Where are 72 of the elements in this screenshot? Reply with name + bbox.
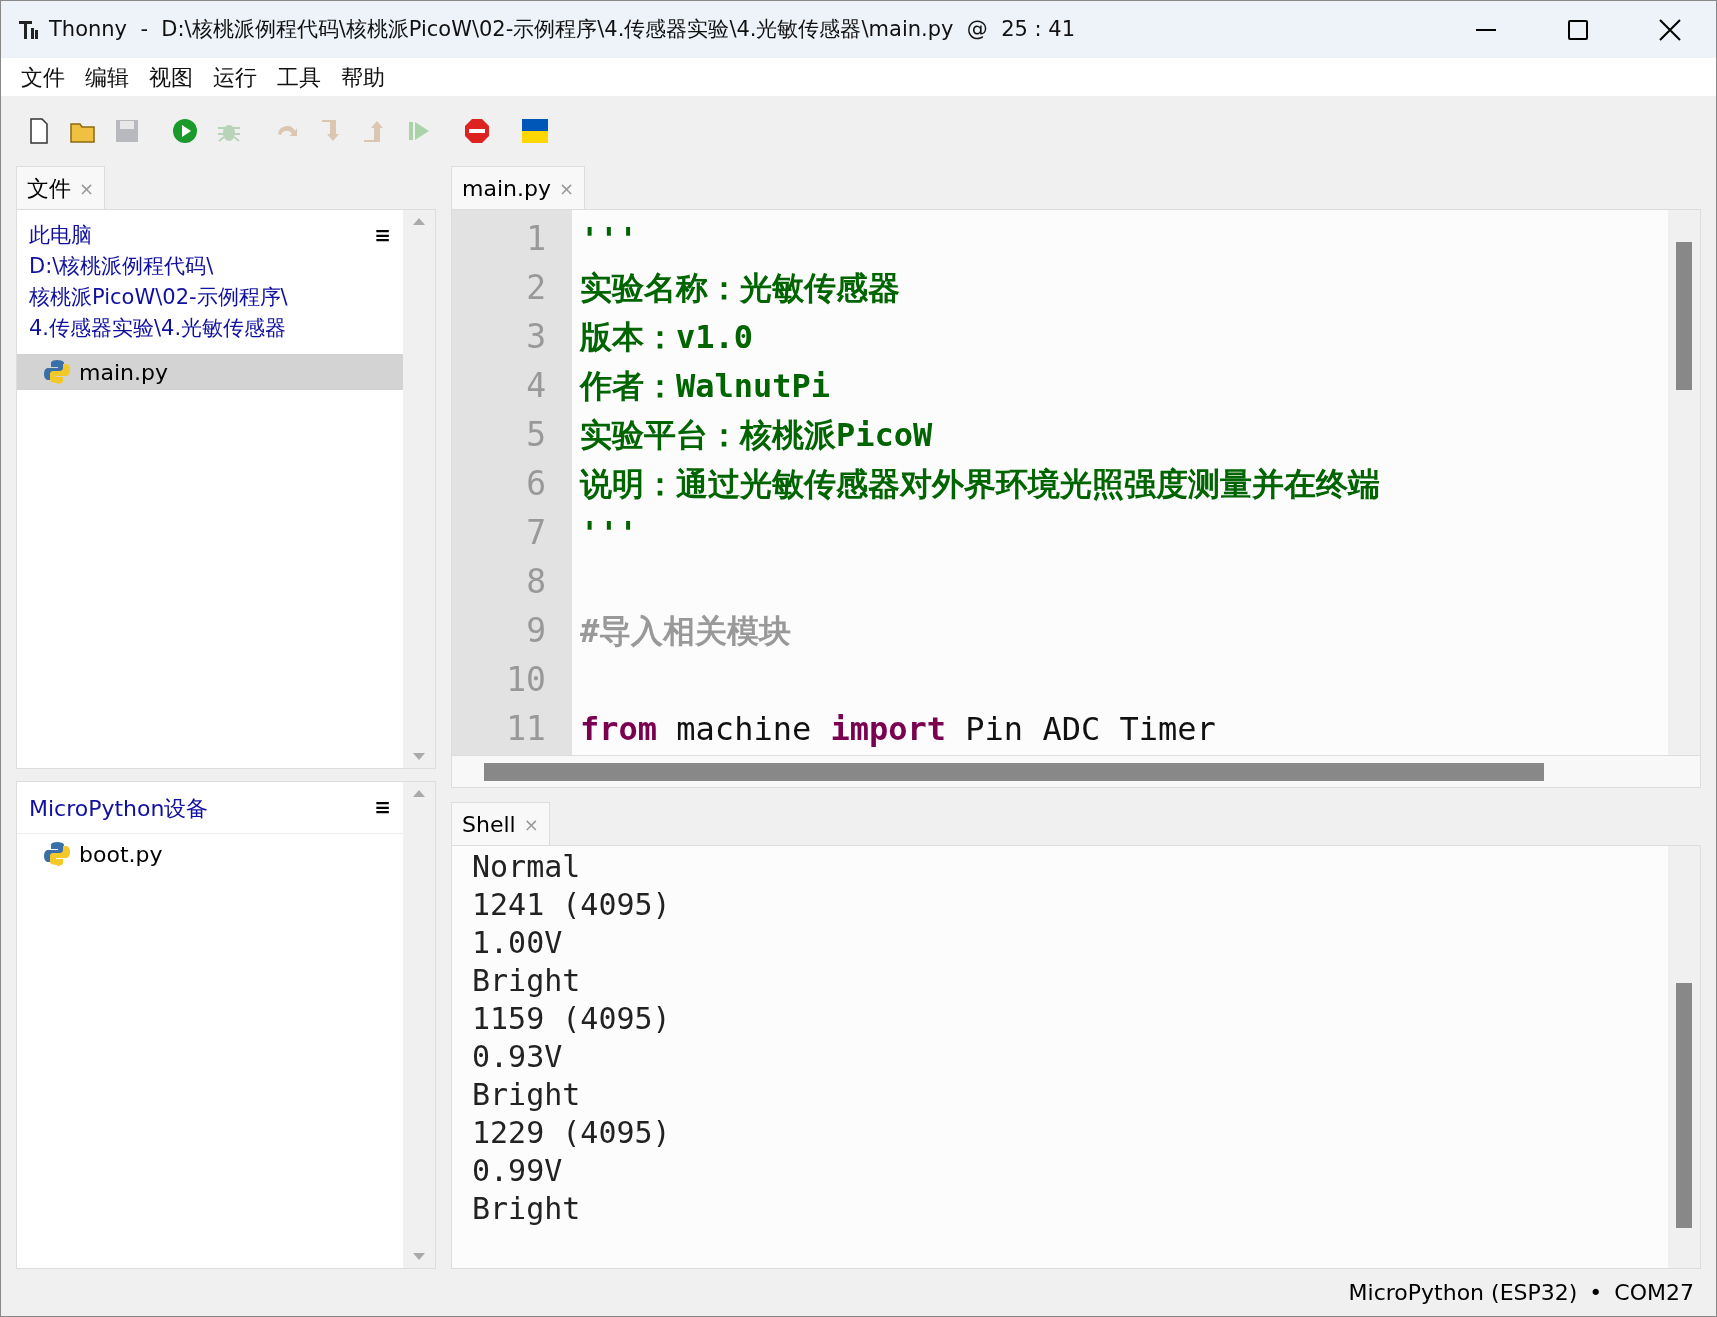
line-number: 5 <box>525 414 547 456</box>
path-link[interactable]: D:\核桃派例程代码\ <box>29 251 288 282</box>
scrollbar-thumb[interactable] <box>1676 242 1692 390</box>
code-token: from <box>580 708 658 750</box>
menu-item[interactable]: 视图 <box>141 60 201 94</box>
menu-item[interactable]: 工具 <box>269 60 329 94</box>
shell-output-line: Bright <box>472 1190 582 1228</box>
editor-tab[interactable]: main.py × <box>451 166 586 209</box>
tab-label: 文件 <box>27 174 71 203</box>
shell-tab[interactable]: Shell × <box>451 802 550 845</box>
menu-item[interactable]: 编辑 <box>77 60 137 94</box>
code-token: 实验平台：核桃派PicoW <box>580 414 933 456</box>
line-number: 9 <box>525 610 547 652</box>
shell-output-line: 0.93V <box>472 1038 564 1076</box>
panel-menu-button[interactable]: ≡ <box>374 792 391 825</box>
shell-output-line: Normal <box>472 848 582 886</box>
file-item[interactable]: boot.py <box>17 836 403 872</box>
files-tab[interactable]: 文件 × <box>16 166 106 209</box>
code-token: #导入相关模块 <box>580 610 792 652</box>
port-status[interactable]: COM27 <box>1614 1276 1694 1309</box>
scroll-up-icon[interactable] <box>413 790 425 797</box>
shell-output-line: Bright <box>472 1076 582 1114</box>
python-file-icon <box>43 358 71 386</box>
menu-item[interactable]: 帮助 <box>333 60 393 94</box>
scrollbar[interactable] <box>403 782 435 1268</box>
interpreter-status[interactable]: MicroPython (ESP32) <box>1348 1276 1578 1309</box>
path-link[interactable]: 4.传感器实验\4.光敏传感器 <box>29 313 288 344</box>
shell-output-line: 1.00V <box>472 924 564 962</box>
scroll-up-icon[interactable] <box>413 218 425 225</box>
code-token: machine <box>675 708 813 750</box>
path-link[interactable]: 核桃派PicoW\02-示例程序\ <box>29 282 288 313</box>
file-name: boot.py <box>79 840 163 869</box>
scroll-down-icon[interactable] <box>413 753 425 760</box>
code-token: 说明：通过光敏传感器对外界环境光照强度测量并在终端 <box>580 463 1380 505</box>
line-number: 8 <box>525 561 547 603</box>
tab-label: main.py <box>462 174 551 203</box>
shell-output-line: 1229 (4095) <box>472 1114 672 1152</box>
close-icon <box>1659 18 1681 41</box>
line-number: 4 <box>525 365 547 407</box>
shell-output-line: 1241 (4095) <box>472 886 672 924</box>
scrollbar-thumb[interactable] <box>484 762 1544 781</box>
scroll-down-icon[interactable] <box>413 1253 425 1260</box>
python-file-icon <box>43 840 71 868</box>
line-number: 3 <box>525 316 547 358</box>
code-token: Pin ADC Timer <box>964 708 1216 750</box>
scrollbar-thumb[interactable] <box>1676 983 1692 1228</box>
menu-item[interactable]: 文件 <box>13 60 73 94</box>
code-token: ''' <box>580 218 638 260</box>
panel-menu-button[interactable]: ≡ <box>374 220 391 344</box>
code-token: 版本：v1.0 <box>580 316 754 358</box>
scrollbar[interactable] <box>403 210 435 768</box>
line-number: 1 <box>525 218 547 260</box>
line-number: 2 <box>525 267 547 309</box>
line-number: 6 <box>525 463 547 505</box>
line-number: 7 <box>525 512 547 554</box>
menu-item[interactable]: 运行 <box>205 60 265 94</box>
panel-title: MicroPython设备 <box>29 795 209 823</box>
code-token: import <box>830 708 947 750</box>
line-number: 10 <box>505 659 547 701</box>
shell-output-line: 0.99V <box>472 1152 564 1190</box>
file-item[interactable]: main.py <box>17 354 403 390</box>
tab-label: Shell <box>462 810 516 839</box>
file-name: main.py <box>79 358 168 387</box>
code-token: 实验名称：光敏传感器 <box>580 267 900 309</box>
code-token: 作者：WalnutPi <box>580 365 831 407</box>
shell-output-line: Bright <box>472 962 582 1000</box>
code-token: ''' <box>580 512 638 554</box>
window-title: Thonny - D:\核桃派例程代码\核桃派PicoW\02-示例程序\4.传感器实验\4.光敏传感器\main.py @ 25 : 41 <box>49 15 1077 43</box>
path-link[interactable]: 此电脑 <box>29 220 288 251</box>
line-number: 11 <box>505 708 547 750</box>
shell-output-line: 1159 (4095) <box>472 1000 672 1038</box>
separator-dot: • <box>1589 1279 1603 1307</box>
